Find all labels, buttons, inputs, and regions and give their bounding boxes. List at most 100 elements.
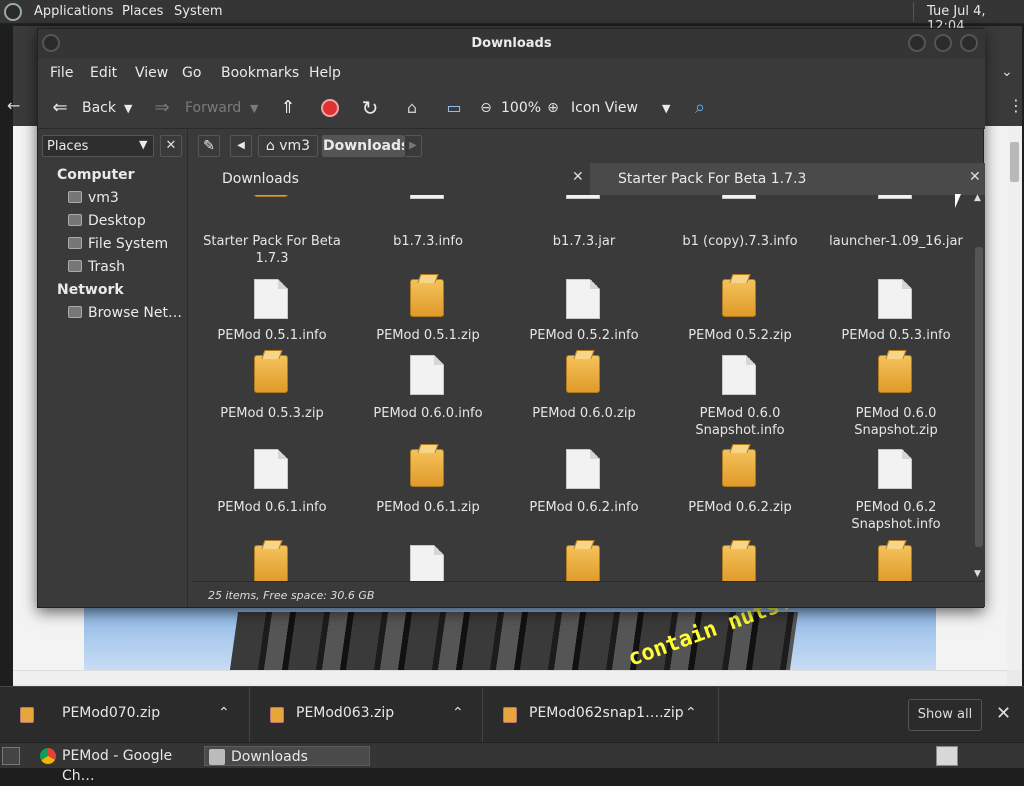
zoom-in-icon[interactable]: ⊕: [541, 96, 565, 120]
home-icon[interactable]: ⌂: [400, 96, 424, 120]
chrome-vertical-scrollbar[interactable]: [1007, 126, 1022, 670]
places-menu[interactable]: Places: [122, 4, 163, 19]
stop-icon[interactable]: [318, 96, 342, 120]
chrome-menu-chevron-icon[interactable]: ⌄: [1001, 64, 1013, 80]
sidebar-category-network: Network: [57, 282, 124, 298]
minimize-button[interactable]: [908, 34, 926, 52]
view-mode-select[interactable]: Icon View: [571, 100, 638, 116]
mouse-cursor-icon: [955, 194, 961, 208]
file-name: PEMod 0.5.1.info: [217, 328, 327, 343]
close-window-button[interactable]: [960, 34, 978, 52]
sidebar-item-file-system[interactable]: File System: [68, 236, 168, 252]
download-item[interactable]: PEMod062snap1….zip ⌃: [483, 687, 719, 743]
menu-go[interactable]: Go: [182, 65, 201, 81]
tab-bar: Downloads ✕ Starter Pack For Beta 1.7.3 …: [192, 163, 985, 195]
chrome-horizontal-scrollbar[interactable]: [13, 670, 1007, 684]
menu-bookmarks[interactable]: Bookmarks: [221, 65, 299, 81]
tab-starter-pack[interactable]: Starter Pack For Beta 1.7.3 ✕: [590, 163, 985, 195]
file-name: PEMod 0.5.2.zip: [688, 328, 792, 343]
file-name: b1.7.3.jar: [552, 234, 616, 249]
sidebar-item-trash[interactable]: Trash: [68, 259, 125, 275]
archive-file-icon: [722, 279, 756, 317]
chrome-back-icon[interactable]: ←: [7, 96, 20, 115]
toolbar: ⇐ Back ▼ ⇒ Forward ▼ ⇑ ↻ ⌂ ▭ ⊖ 100% ⊕ Ic…: [38, 87, 985, 129]
download-chevron-up-icon[interactable]: ⌃: [218, 705, 230, 721]
sidebar-item-desktop[interactable]: Desktop: [68, 213, 146, 229]
task-downloads[interactable]: Downloads: [204, 746, 370, 766]
tab-downloads[interactable]: Downloads ✕: [192, 163, 588, 195]
download-chevron-up-icon[interactable]: ⌃: [452, 705, 464, 721]
document-file-icon: [566, 449, 600, 489]
show-desktop-icon[interactable]: [2, 747, 20, 765]
window-titlebar[interactable]: Downloads: [38, 29, 985, 59]
archive-file-icon: [566, 545, 600, 581]
forward-button[interactable]: Forward: [185, 100, 241, 116]
archive-file-icon: [566, 355, 600, 393]
tab-close-icon[interactable]: ✕: [572, 169, 584, 185]
chrome-scroll-thumb[interactable]: [1010, 142, 1019, 182]
task-chrome[interactable]: PEMod - Google Ch…: [36, 746, 200, 784]
file-name: PEMod 0.6.0 Snapshot.info: [695, 406, 785, 438]
reload-icon[interactable]: ↻: [358, 96, 382, 120]
scroll-thumb[interactable]: [975, 247, 983, 547]
file-name: launcher-1.09_16.jar: [829, 234, 963, 249]
up-arrow-icon[interactable]: ⇑: [276, 96, 300, 120]
sidebar-close-icon[interactable]: ✕: [160, 135, 182, 157]
show-all-button[interactable]: Show all: [908, 699, 982, 731]
download-item[interactable]: PEMod070.zip ⌃: [0, 687, 250, 743]
document-file-icon: [410, 545, 444, 581]
top-panel: Applications Places System Tue Jul 4, 12…: [0, 0, 1024, 34]
sidebar-item-vm3[interactable]: vm3: [68, 190, 119, 206]
forward-arrow-icon[interactable]: ⇒: [150, 96, 174, 120]
close-shelf-icon[interactable]: ✕: [996, 703, 1011, 724]
scroll-down-arrow-icon[interactable]: ▼: [974, 569, 981, 579]
download-name: PEMod070.zip: [62, 705, 161, 721]
system-menu[interactable]: System: [174, 4, 222, 19]
workspace-switcher-icon[interactable]: [936, 746, 958, 766]
edit-location-icon[interactable]: ✎: [198, 135, 220, 157]
gnome-foot-icon[interactable]: [4, 3, 22, 21]
location-bar: ✎ ◀ ⌂ vm3 Downloads ▶: [188, 129, 985, 165]
search-icon[interactable]: ⌕: [688, 96, 712, 120]
menu-view[interactable]: View: [135, 65, 168, 81]
path-button-vm3[interactable]: ⌂ vm3: [258, 135, 318, 157]
back-history-chevron-down-icon[interactable]: ▼: [124, 102, 132, 115]
download-item[interactable]: PEMod063.zip ⌃: [250, 687, 483, 743]
file-name: PEMod 0.5.3.zip: [220, 406, 324, 421]
applications-menu[interactable]: Applications: [34, 4, 113, 19]
sidebar-item-browse-network[interactable]: Browse Net…: [68, 305, 182, 321]
file-name: PEMod 0.6.1.info: [217, 500, 327, 515]
maximize-button[interactable]: [934, 34, 952, 52]
download-chevron-up-icon[interactable]: ⌃: [685, 705, 697, 721]
path-left-arrow-icon[interactable]: ◀: [230, 135, 252, 157]
document-file-icon: [878, 279, 912, 319]
file-grid-scrollbar[interactable]: ▲ ▼: [973, 193, 985, 581]
path-right-arrow-icon[interactable]: ▶: [404, 135, 422, 157]
menu-help[interactable]: Help: [309, 65, 341, 81]
back-arrow-icon[interactable]: ⇐: [48, 96, 72, 120]
menu-file[interactable]: File: [50, 65, 73, 81]
task-label: Downloads: [231, 749, 308, 765]
view-mode-chevron-down-icon[interactable]: ▼: [662, 102, 670, 115]
forward-history-chevron-down-icon[interactable]: ▼: [250, 102, 258, 115]
zoom-out-icon[interactable]: ⊖: [474, 96, 498, 120]
window-title: Downloads: [471, 36, 552, 51]
sidebar-chevron-down-icon: ▼: [139, 138, 148, 151]
document-file-icon: [722, 355, 756, 395]
chrome-kebab-menu-icon[interactable]: ⋮: [1008, 96, 1024, 115]
back-button[interactable]: Back: [82, 100, 116, 116]
path-button-downloads[interactable]: Downloads: [322, 135, 409, 157]
document-file-icon: [410, 195, 444, 199]
sidebar-places-select[interactable]: Places ▼: [42, 135, 154, 157]
sidebar-item-label: File System: [88, 236, 169, 252]
task-label: PEMod - Google Ch…: [62, 748, 173, 784]
tab-close-icon[interactable]: ✕: [969, 169, 981, 185]
file-name: b1 (copy).7.3.info: [682, 234, 798, 249]
document-file-icon: [878, 195, 912, 199]
menu-edit[interactable]: Edit: [90, 65, 117, 81]
scroll-up-arrow-icon[interactable]: ▲: [974, 193, 981, 203]
computer-icon[interactable]: ▭: [442, 96, 466, 120]
sidebar: Places ▼ ✕ Computer vm3 Desktop File Sys…: [38, 129, 188, 607]
archive-file-icon: [878, 355, 912, 393]
archive-file-icon: [878, 545, 912, 581]
